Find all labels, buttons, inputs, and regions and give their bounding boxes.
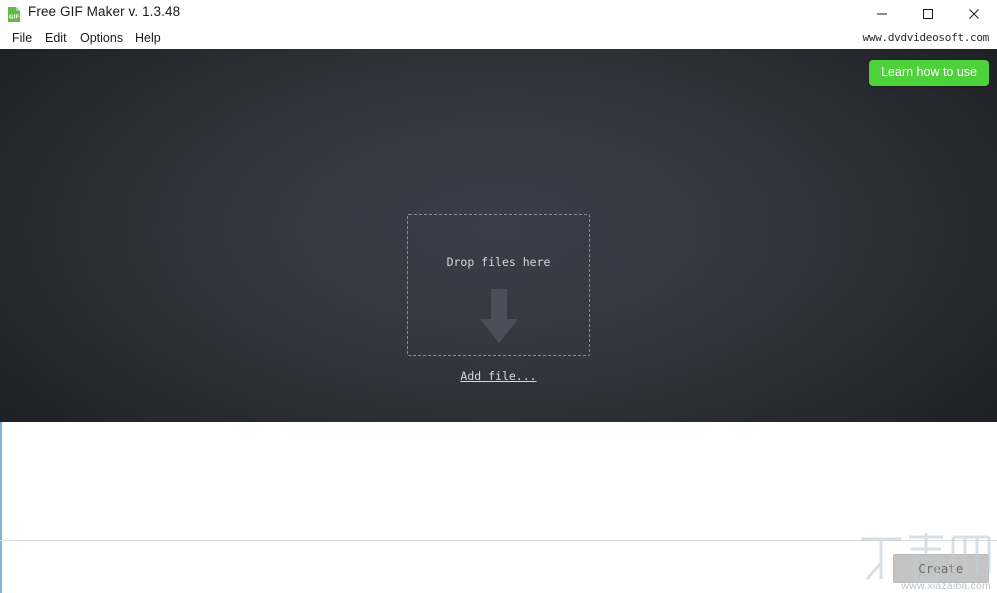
close-button[interactable] [951,0,997,28]
drop-zone-label: Drop files here [408,255,589,269]
menu-item-help[interactable]: Help [131,28,165,49]
menu-item-edit[interactable]: Edit [41,28,71,49]
menu-item-options[interactable]: Options [76,28,127,49]
create-button-label: Create [918,562,963,576]
minimize-button[interactable] [859,0,905,28]
drop-zone[interactable]: Drop files here [407,214,590,356]
menu-bar: File Edit Options Help [0,28,997,49]
svg-text:GIF: GIF [9,15,20,21]
maximize-button[interactable] [905,0,951,28]
learn-how-to-use-button[interactable]: Learn how to use [869,60,989,86]
menu-item-file[interactable]: File [8,28,36,49]
application-window: GIF Free GIF Maker v. 1.3.48 File Edit O… [0,0,997,593]
preview-area: Learn how to use Drop files here Add fil… [0,49,997,422]
gif-file-icon: GIF [6,6,23,23]
window-title: Free GIF Maker v. 1.3.48 [28,4,180,19]
down-arrow-icon [472,289,526,350]
window-controls [859,0,997,28]
title-bar: GIF Free GIF Maker v. 1.3.48 [0,0,997,28]
add-file-link[interactable]: Add file... [0,369,997,383]
settings-bar: Looping: Forever Speed: 100% Colors: 256… [0,541,997,593]
timeline-panel: [ 00:00:00.000 00:00:00.000 ] [0,422,997,540]
brand-url: www.dvdvideosoft.com [863,31,989,44]
create-button[interactable]: Create [893,554,989,583]
